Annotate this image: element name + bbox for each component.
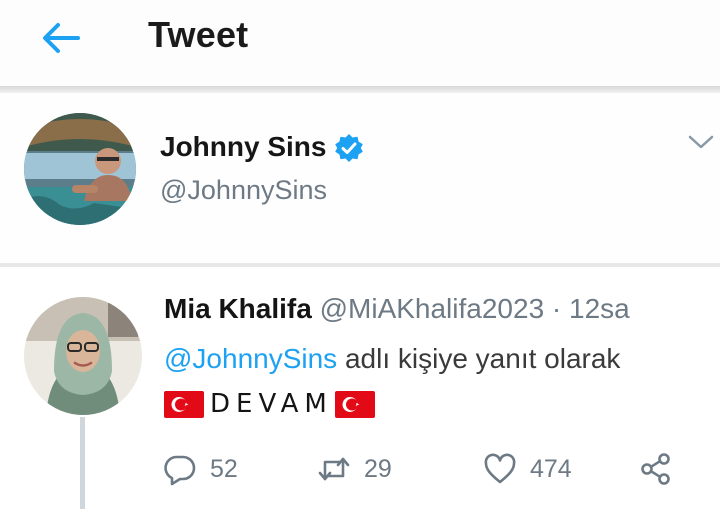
- retweet-icon: [318, 457, 350, 481]
- reply-context-text: adlı kişiye yanıt olarak: [344, 343, 621, 374]
- thread-line: [80, 417, 85, 509]
- verified-badge-icon: [335, 134, 363, 162]
- chevron-down-icon[interactable]: [686, 131, 716, 153]
- like-icon: [484, 453, 516, 484]
- mention-link[interactable]: @JohnnySins: [164, 343, 337, 374]
- avatar[interactable]: [24, 297, 142, 415]
- avatar[interactable]: [24, 113, 136, 225]
- turkey-flag-icon: [334, 390, 375, 418]
- tweet-text: DEVAM: [164, 387, 375, 421]
- retweet-count: 29: [364, 454, 392, 483]
- header-divider: [0, 86, 720, 93]
- arrow-left-icon[interactable]: [38, 18, 86, 58]
- tweet-body: DEVAM: [210, 389, 333, 419]
- retweet-button[interactable]: 29: [316, 447, 392, 491]
- reply-header: Mia Khalifa @MiAKhalifa2023 · 12sa: [164, 293, 630, 325]
- tweet-actions: 52 29 474: [160, 447, 700, 491]
- share-button[interactable]: [638, 447, 674, 491]
- share-icon: [641, 453, 670, 485]
- author-name[interactable]: Johnny Sins: [160, 131, 326, 163]
- like-count: 474: [530, 454, 572, 483]
- page-title: Tweet: [148, 14, 249, 55]
- reply-button[interactable]: 52: [162, 447, 238, 491]
- meta-separator: ·: [551, 293, 562, 324]
- reply-author-name[interactable]: Mia Khalifa: [164, 293, 312, 324]
- main-tweet: Johnny Sins @JohnnySins: [0, 93, 720, 265]
- reply-tweet[interactable]: Mia Khalifa @MiAKhalifa2023 · 12sa @John…: [0, 267, 720, 516]
- top-app-bar: Tweet: [0, 0, 720, 88]
- reply-timestamp[interactable]: 12sa: [569, 293, 630, 324]
- reply-author-handle[interactable]: @MiAKhalifa2023: [320, 293, 545, 324]
- author-handle[interactable]: @JohnnySins: [160, 175, 327, 206]
- reply-icon: [164, 455, 196, 486]
- reply-count: 52: [210, 454, 238, 483]
- turkey-flag-icon: [164, 390, 204, 418]
- reply-context: @JohnnySins adlı kişiye yanıt olarak: [164, 343, 620, 375]
- like-button[interactable]: 474: [482, 447, 572, 491]
